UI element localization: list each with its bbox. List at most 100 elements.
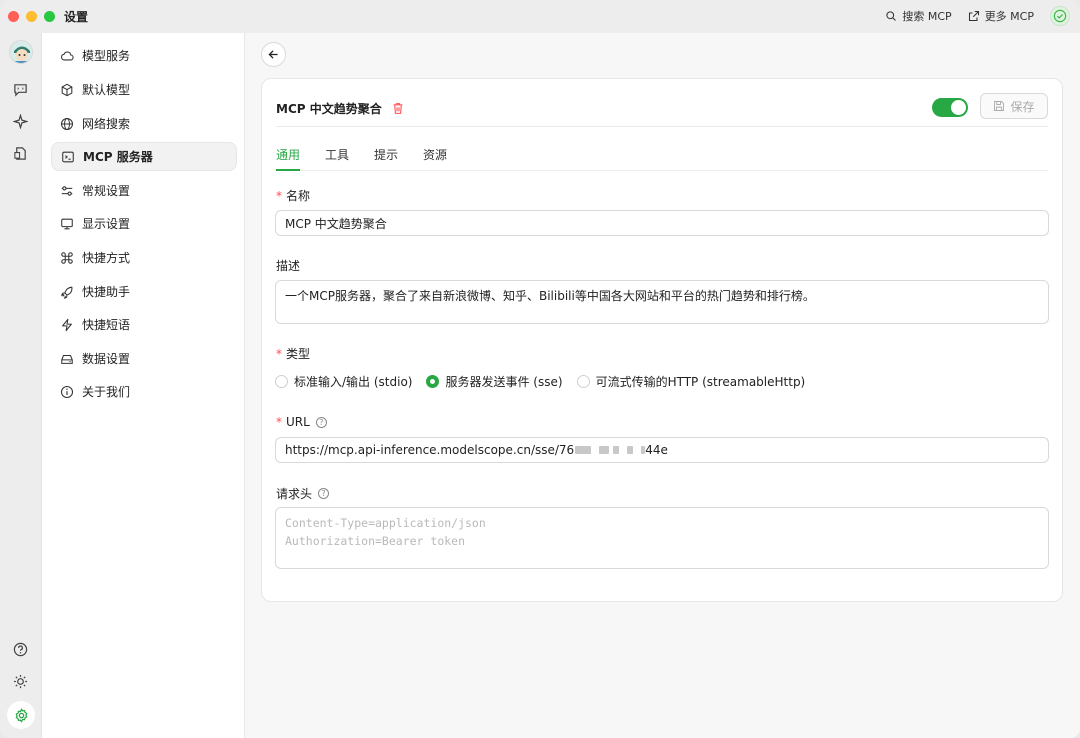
sparkle-icon[interactable] bbox=[12, 113, 29, 130]
headers-help-icon[interactable]: ? bbox=[318, 488, 330, 499]
description-label-row: 描述 bbox=[276, 257, 300, 274]
tab-tools[interactable]: 工具 bbox=[325, 137, 349, 171]
sidebar-item-label: 快捷助手 bbox=[82, 285, 131, 299]
delete-server-button[interactable] bbox=[392, 102, 404, 115]
radio-button[interactable] bbox=[275, 375, 288, 388]
save-label: 保存 bbox=[1010, 99, 1035, 114]
type-option-sse[interactable]: 服务器发送事件 (sse) bbox=[426, 373, 563, 390]
settings-window: 设置 搜索 MCP 更多 MCP 模型服务 默认模型 网络搜索 MCP 服务器 … bbox=[0, 0, 1080, 738]
search-icon bbox=[886, 11, 897, 21]
tab-resources[interactable]: 资源 bbox=[423, 137, 447, 171]
drive-icon bbox=[61, 354, 73, 364]
url-suffix: 44e bbox=[645, 443, 668, 457]
tab-prompts[interactable]: 提示 bbox=[374, 137, 398, 171]
required-marker: * bbox=[276, 415, 282, 429]
sun-icon[interactable] bbox=[12, 673, 29, 690]
external-link-icon bbox=[968, 10, 979, 22]
save-icon bbox=[994, 101, 1005, 111]
info-icon bbox=[60, 385, 74, 398]
name-label-row: * 名称 bbox=[276, 187, 310, 204]
minimize-window-button[interactable] bbox=[26, 11, 37, 22]
url-label-row: * URL ? bbox=[276, 415, 327, 429]
zap-icon bbox=[62, 318, 72, 331]
headers-field[interactable]: Content-Type=application/json Authorizat… bbox=[275, 507, 1049, 569]
url-label: URL bbox=[286, 415, 310, 429]
help-icon[interactable] bbox=[12, 641, 29, 658]
sidebar-item-quick-phrases[interactable]: 快捷短语 bbox=[51, 310, 237, 339]
sidebar-item-label: 快捷短语 bbox=[82, 318, 131, 332]
settings-rail-button[interactable] bbox=[7, 701, 35, 729]
sidebar-item-label: 快捷方式 bbox=[82, 251, 131, 265]
sidebar-item-about[interactable]: 关于我们 bbox=[51, 377, 237, 406]
redaction-block bbox=[627, 446, 634, 454]
sliders-icon bbox=[61, 185, 73, 196]
tab-general[interactable]: 通用 bbox=[276, 137, 301, 171]
sidebar-item-model-service[interactable]: 模型服务 bbox=[51, 41, 237, 70]
cloud-icon bbox=[61, 51, 74, 60]
arrow-left-icon bbox=[268, 50, 278, 59]
settings-sidebar: 模型服务 默认模型 网络搜索 MCP 服务器 常规设置 显示设置 快捷方式 快捷… bbox=[41, 33, 245, 738]
sidebar-item-label: 显示设置 bbox=[82, 217, 131, 231]
search-mcp-link[interactable]: 搜索 MCP bbox=[885, 8, 952, 24]
sidebar-item-label: 关于我们 bbox=[82, 385, 131, 399]
url-help-icon[interactable]: ? bbox=[315, 416, 327, 428]
sidebar-item-data[interactable]: 数据设置 bbox=[51, 344, 237, 373]
chat-icon[interactable] bbox=[12, 81, 29, 98]
redaction-block bbox=[575, 446, 592, 454]
user-avatar[interactable] bbox=[9, 40, 33, 64]
back-button[interactable] bbox=[261, 42, 286, 67]
description-field[interactable]: 一个MCP服务器，聚合了来自新浪微博、知乎、Bilibili等中国各大网站和平台… bbox=[275, 280, 1049, 324]
server-title: MCP 中文趋势聚合 bbox=[276, 102, 382, 116]
file-icon[interactable] bbox=[12, 145, 29, 162]
trash-icon bbox=[393, 103, 403, 114]
rocket-icon bbox=[60, 286, 73, 299]
headers-placeholder-line: Content-Type=application/json bbox=[285, 516, 486, 530]
name-field[interactable]: MCP 中文趋势聚合 bbox=[275, 210, 1049, 236]
url-field[interactable]: https://mcp.api-inference.modelscope.cn/… bbox=[275, 437, 1049, 463]
server-enabled-toggle[interactable] bbox=[932, 98, 968, 117]
headers-placeholder-line: Authorization=Bearer token bbox=[285, 534, 466, 548]
url-prefix: https://mcp.api-inference.modelscope.cn/… bbox=[285, 443, 575, 457]
description-value: 一个MCP服务器，聚合了来自新浪微博、知乎、Bilibili等中国各大网站和平台… bbox=[285, 289, 815, 303]
sidebar-item-label: 数据设置 bbox=[82, 352, 131, 366]
check-circle-icon bbox=[1053, 9, 1067, 23]
window-title: 设置 bbox=[64, 10, 89, 24]
radio-button[interactable] bbox=[576, 375, 590, 388]
status-avatar[interactable] bbox=[1050, 6, 1070, 26]
type-label-row: * 类型 bbox=[276, 345, 310, 362]
terminal-icon bbox=[62, 151, 74, 162]
server-detail-card: MCP 中文趋势聚合 保存 通用 工具 提示 资源 * 名称 MCP 中文趋势聚… bbox=[261, 78, 1063, 602]
type-label: 类型 bbox=[286, 347, 311, 361]
card-header: MCP 中文趋势聚合 保存 bbox=[276, 91, 1048, 127]
redaction-block bbox=[599, 446, 610, 454]
sidebar-item-shortcuts[interactable]: 快捷方式 bbox=[51, 243, 237, 272]
type-option-streamable-http[interactable]: 可流式传输的HTTP (streamableHttp) bbox=[576, 373, 806, 390]
required-marker: * bbox=[276, 346, 282, 361]
sidebar-item-default-model[interactable]: 默认模型 bbox=[51, 75, 237, 104]
name-label: 名称 bbox=[286, 189, 311, 203]
zoom-window-button[interactable] bbox=[44, 11, 55, 22]
avatar-icon bbox=[10, 41, 32, 63]
type-option-label: 标准输入/输出 (stdio) bbox=[294, 375, 413, 389]
type-option-label: 可流式传输的HTTP (streamableHttp) bbox=[595, 375, 806, 389]
sidebar-item-label: 常规设置 bbox=[82, 184, 131, 198]
redaction-block bbox=[613, 446, 620, 454]
sidebar-item-label: 模型服务 bbox=[82, 49, 131, 63]
sidebar-item-quick-assistant[interactable]: 快捷助手 bbox=[51, 277, 237, 306]
title-bar: 设置 搜索 MCP 更多 MCP bbox=[0, 0, 1080, 33]
radio-button-selected[interactable] bbox=[426, 375, 440, 388]
close-window-button[interactable] bbox=[8, 11, 19, 22]
sidebar-item-web-search[interactable]: 网络搜索 bbox=[51, 109, 237, 138]
command-icon bbox=[61, 251, 73, 264]
type-radio-group: 标准输入/输出 (stdio) 服务器发送事件 (sse) 可流式传输的HTTP… bbox=[275, 373, 805, 390]
globe-icon bbox=[60, 117, 74, 130]
save-button[interactable]: 保存 bbox=[980, 93, 1048, 119]
type-option-stdio[interactable]: 标准输入/输出 (stdio) bbox=[275, 373, 412, 390]
more-mcp-label: 更多 MCP bbox=[984, 10, 1034, 23]
sidebar-item-mcp-servers[interactable]: MCP 服务器 bbox=[51, 142, 237, 171]
sidebar-item-label: 网络搜索 bbox=[82, 117, 131, 131]
sidebar-item-display[interactable]: 显示设置 bbox=[51, 209, 237, 238]
more-mcp-link[interactable]: 更多 MCP bbox=[968, 8, 1034, 24]
sidebar-item-general[interactable]: 常规设置 bbox=[51, 176, 237, 205]
window-controls bbox=[8, 11, 55, 22]
